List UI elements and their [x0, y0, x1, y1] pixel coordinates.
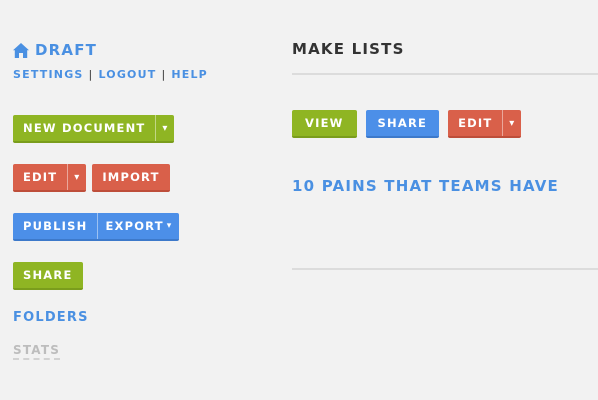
top-links: SETTINGS | LOGOUT | HELP: [13, 68, 208, 81]
link-separator: |: [161, 68, 167, 81]
chevron-down-icon: ▾: [166, 221, 173, 231]
chevron-down-icon[interactable]: ▾: [67, 164, 86, 190]
share-label: SHARE: [377, 116, 428, 130]
new-document-group: NEW DOCUMENT ▾: [13, 115, 175, 143]
edit-button[interactable]: EDIT ▾: [448, 110, 522, 138]
share-button[interactable]: SHARE: [13, 262, 83, 290]
help-link[interactable]: HELP: [171, 68, 208, 81]
chevron-down-icon[interactable]: ▾: [155, 115, 174, 141]
settings-link[interactable]: SETTINGS: [13, 68, 84, 81]
divider: [292, 268, 598, 270]
publish-button[interactable]: PUBLISH: [13, 219, 97, 233]
export-dropdown[interactable]: EXPORT ▾: [97, 213, 179, 239]
edit-import-group: EDIT ▾ IMPORT: [13, 164, 170, 192]
stats-link[interactable]: STATS: [13, 343, 61, 360]
chevron-down-icon[interactable]: ▾: [502, 110, 521, 136]
edit-label: EDIT: [23, 170, 58, 184]
main-panel: MAKE LISTS VIEW SHARE EDIT ▾ 10 PAINS TH…: [292, 0, 598, 400]
new-document-label: NEW DOCUMENT: [23, 121, 146, 135]
divider: [292, 73, 598, 75]
share-label: SHARE: [23, 268, 73, 282]
publish-export-group: PUBLISH EXPORT ▾: [13, 213, 180, 241]
export-label: EXPORT: [105, 219, 164, 233]
document-actions: VIEW SHARE EDIT ▾: [292, 110, 522, 138]
edit-button[interactable]: EDIT ▾: [13, 164, 87, 192]
home-icon: [13, 42, 29, 58]
folders-link[interactable]: FOLDERS: [13, 310, 89, 325]
brand-title: DRAFT: [35, 41, 98, 59]
import-label: IMPORT: [102, 170, 160, 184]
page-title: MAKE LISTS: [292, 40, 405, 58]
document-title-link[interactable]: 10 PAINS THAT TEAMS HAVE: [292, 177, 559, 195]
logout-link[interactable]: LOGOUT: [98, 68, 156, 81]
view-button[interactable]: VIEW: [292, 110, 357, 138]
share-group: SHARE: [13, 262, 83, 290]
link-separator: |: [88, 68, 94, 81]
share-button[interactable]: SHARE: [365, 110, 440, 138]
sidebar: DRAFT SETTINGS | LOGOUT | HELP NEW DOCUM…: [13, 0, 253, 400]
brand[interactable]: DRAFT: [13, 41, 97, 59]
edit-label: EDIT: [458, 116, 493, 130]
view-label: VIEW: [305, 116, 344, 130]
publish-export-button: PUBLISH EXPORT ▾: [13, 213, 180, 241]
new-document-button[interactable]: NEW DOCUMENT ▾: [13, 115, 175, 143]
import-button[interactable]: IMPORT: [92, 164, 170, 192]
